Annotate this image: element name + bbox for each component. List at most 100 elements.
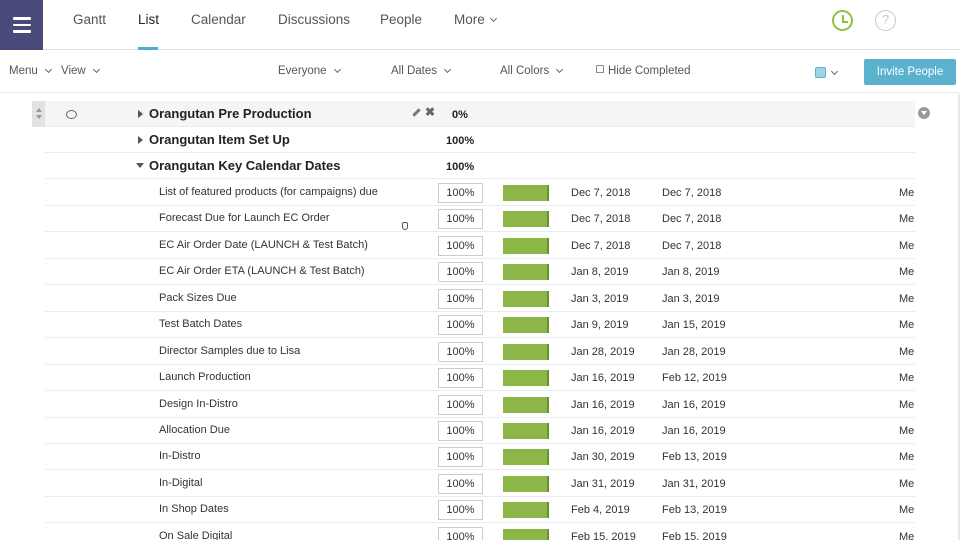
tab-more[interactable]: More bbox=[454, 12, 497, 27]
hide-completed-toggle[interactable]: Hide Completed bbox=[596, 65, 690, 77]
task-percent-input[interactable]: 100% bbox=[438, 421, 483, 441]
pencil-icon[interactable] bbox=[412, 108, 421, 117]
tab-gantt[interactable]: Gantt bbox=[73, 12, 106, 27]
help-icon[interactable]: ? bbox=[875, 10, 896, 31]
color-swatch[interactable] bbox=[815, 67, 826, 78]
task-row[interactable]: Launch Production 100% Jan 16, 2019 Feb … bbox=[45, 365, 915, 391]
task-row[interactable]: Director Samples due to Lisa 100% Jan 28… bbox=[45, 339, 915, 365]
hamburger-menu-icon[interactable] bbox=[0, 0, 43, 50]
task-row[interactable]: In Shop Dates 100% Feb 4, 2019 Feb 13, 2… bbox=[45, 497, 915, 523]
task-assignee[interactable]: Me bbox=[899, 319, 914, 331]
hide-completed-checkbox[interactable] bbox=[596, 65, 604, 73]
task-name[interactable]: Test Batch Dates bbox=[159, 318, 242, 330]
task-assignee[interactable]: Me bbox=[899, 187, 914, 199]
task-end-date[interactable]: Feb 15, 2019 bbox=[662, 531, 727, 540]
task-assignee[interactable]: Me bbox=[899, 372, 914, 384]
task-assignee[interactable]: Me bbox=[899, 266, 914, 278]
task-end-date[interactable]: Feb 12, 2019 bbox=[662, 372, 727, 384]
group-row[interactable]: Orangutan Key Calendar Dates 100% bbox=[45, 153, 915, 179]
task-row[interactable]: EC Air Order Date (LAUNCH & Test Batch) … bbox=[45, 233, 915, 259]
task-name[interactable]: Design In-Distro bbox=[159, 398, 238, 410]
task-assignee[interactable]: Me bbox=[899, 531, 914, 540]
task-name[interactable]: In-Distro bbox=[159, 450, 201, 462]
task-name[interactable]: In-Digital bbox=[159, 477, 202, 489]
task-percent-input[interactable]: 100% bbox=[438, 527, 483, 540]
task-percent-input[interactable]: 100% bbox=[438, 183, 483, 203]
task-row[interactable]: Test Batch Dates 100% Jan 9, 2019 Jan 15… bbox=[45, 312, 915, 338]
task-percent-input[interactable]: 100% bbox=[438, 395, 483, 415]
invite-people-button[interactable]: Invite People bbox=[864, 59, 956, 85]
colors-filter[interactable]: All Colors bbox=[500, 65, 564, 77]
task-row[interactable]: On Sale Digital 100% Feb 15, 2019 Feb 15… bbox=[45, 524, 915, 540]
task-row[interactable]: List of featured products (for campaigns… bbox=[45, 180, 915, 206]
group-name[interactable]: Orangutan Item Set Up bbox=[149, 132, 290, 147]
task-start-date[interactable]: Jan 9, 2019 bbox=[571, 319, 629, 331]
drag-handle-icon[interactable] bbox=[32, 101, 45, 127]
group-row[interactable]: Orangutan Item Set Up 100% bbox=[45, 127, 915, 153]
task-start-date[interactable]: Dec 7, 2018 bbox=[571, 213, 630, 225]
task-start-date[interactable]: Jan 16, 2019 bbox=[571, 372, 635, 384]
task-row[interactable]: In-Digital 100% Jan 31, 2019 Jan 31, 201… bbox=[45, 471, 915, 497]
task-percent-input[interactable]: 100% bbox=[438, 368, 483, 388]
task-start-date[interactable]: Jan 8, 2019 bbox=[571, 266, 629, 278]
task-name[interactable]: Director Samples due to Lisa bbox=[159, 345, 300, 357]
task-name[interactable]: In Shop Dates bbox=[159, 503, 229, 515]
collapse-arrow-icon[interactable] bbox=[136, 163, 144, 168]
task-start-date[interactable]: Dec 7, 2018 bbox=[571, 240, 630, 252]
row-options-icon[interactable] bbox=[918, 107, 930, 119]
delete-icon[interactable]: ✖ bbox=[425, 105, 435, 119]
task-percent-input[interactable]: 100% bbox=[438, 342, 483, 362]
task-end-date[interactable]: Jan 16, 2019 bbox=[662, 425, 726, 437]
task-assignee[interactable]: Me bbox=[899, 240, 914, 252]
task-start-date[interactable]: Jan 31, 2019 bbox=[571, 478, 635, 490]
task-name[interactable]: List of featured products (for campaigns… bbox=[159, 186, 378, 198]
task-assignee[interactable]: Me bbox=[899, 504, 914, 516]
task-start-date[interactable]: Dec 7, 2018 bbox=[571, 187, 630, 199]
task-start-date[interactable]: Jan 16, 2019 bbox=[571, 425, 635, 437]
task-name[interactable]: On Sale Digital bbox=[159, 530, 232, 540]
tab-calendar[interactable]: Calendar bbox=[191, 12, 246, 27]
task-name[interactable]: Allocation Due bbox=[159, 424, 230, 436]
expand-arrow-icon[interactable] bbox=[138, 110, 143, 118]
task-start-date[interactable]: Feb 4, 2019 bbox=[571, 504, 630, 516]
task-end-date[interactable]: Jan 16, 2019 bbox=[662, 399, 726, 411]
comment-icon[interactable] bbox=[66, 110, 77, 119]
color-swatch-dropdown[interactable] bbox=[830, 67, 839, 79]
task-row[interactable]: Allocation Due 100% Jan 16, 2019 Jan 16,… bbox=[45, 418, 915, 444]
task-row[interactable]: Design In-Distro 100% Jan 16, 2019 Jan 1… bbox=[45, 392, 915, 418]
task-end-date[interactable]: Jan 31, 2019 bbox=[662, 478, 726, 490]
task-end-date[interactable]: Feb 13, 2019 bbox=[662, 451, 727, 463]
task-start-date[interactable]: Jan 16, 2019 bbox=[571, 399, 635, 411]
task-name[interactable]: Pack Sizes Due bbox=[159, 292, 237, 304]
task-name[interactable]: EC Air Order ETA (LAUNCH & Test Batch) bbox=[159, 265, 365, 277]
task-assignee[interactable]: Me bbox=[899, 425, 914, 437]
task-end-date[interactable]: Dec 7, 2018 bbox=[662, 240, 721, 252]
task-percent-input[interactable]: 100% bbox=[438, 262, 483, 282]
expand-arrow-icon[interactable] bbox=[138, 136, 143, 144]
task-end-date[interactable]: Feb 13, 2019 bbox=[662, 504, 727, 516]
task-assignee[interactable]: Me bbox=[899, 346, 914, 358]
task-name[interactable]: EC Air Order Date (LAUNCH & Test Batch) bbox=[159, 239, 368, 251]
task-end-date[interactable]: Dec 7, 2018 bbox=[662, 187, 721, 199]
task-percent-input[interactable]: 100% bbox=[438, 289, 483, 309]
view-dropdown[interactable]: View bbox=[61, 65, 100, 77]
task-assignee[interactable]: Me bbox=[899, 451, 914, 463]
task-assignee[interactable]: Me bbox=[899, 213, 914, 225]
task-end-date[interactable]: Jan 3, 2019 bbox=[662, 293, 720, 305]
clock-icon[interactable] bbox=[832, 10, 853, 31]
task-end-date[interactable]: Jan 8, 2019 bbox=[662, 266, 720, 278]
task-start-date[interactable]: Jan 30, 2019 bbox=[571, 451, 635, 463]
task-row[interactable]: In-Distro 100% Jan 30, 2019 Feb 13, 2019… bbox=[45, 444, 915, 470]
task-percent-input[interactable]: 100% bbox=[438, 236, 483, 256]
task-start-date[interactable]: Feb 15, 2019 bbox=[571, 531, 636, 540]
tab-list[interactable]: List bbox=[138, 12, 159, 27]
task-end-date[interactable]: Dec 7, 2018 bbox=[662, 213, 721, 225]
task-assignee[interactable]: Me bbox=[899, 399, 914, 411]
task-row[interactable]: EC Air Order ETA (LAUNCH & Test Batch) 1… bbox=[45, 259, 915, 285]
task-percent-input[interactable]: 100% bbox=[438, 447, 483, 467]
group-name[interactable]: Orangutan Pre Production bbox=[149, 106, 312, 121]
group-name[interactable]: Orangutan Key Calendar Dates bbox=[149, 158, 340, 173]
everyone-filter[interactable]: Everyone bbox=[278, 65, 341, 77]
task-assignee[interactable]: Me bbox=[899, 293, 914, 305]
task-percent-input[interactable]: 100% bbox=[438, 315, 483, 335]
